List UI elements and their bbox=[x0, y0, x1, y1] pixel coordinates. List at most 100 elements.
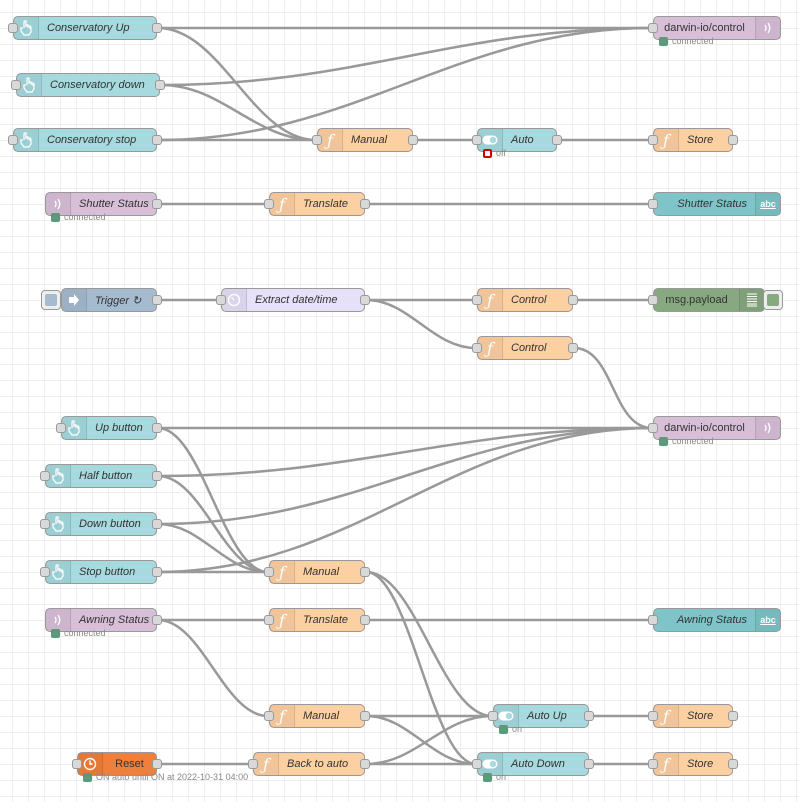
node-ui-inject[interactable]: Conservatory Up bbox=[8, 16, 162, 40]
wire[interactable] bbox=[157, 474, 269, 574]
input-port[interactable] bbox=[488, 711, 498, 721]
output-port[interactable] bbox=[152, 519, 162, 529]
node-function[interactable]: ƒ Translate bbox=[264, 608, 370, 632]
input-port[interactable] bbox=[472, 343, 482, 353]
output-port[interactable] bbox=[408, 135, 418, 145]
node-function[interactable]: ƒ Manual bbox=[264, 560, 370, 584]
input-port[interactable] bbox=[8, 23, 18, 33]
output-port[interactable] bbox=[360, 295, 370, 305]
node-ui-inject[interactable]: Conservatory down bbox=[11, 73, 165, 97]
output-port[interactable] bbox=[552, 135, 562, 145]
input-port[interactable] bbox=[264, 199, 274, 209]
wire[interactable] bbox=[157, 426, 653, 526]
output-port[interactable] bbox=[728, 711, 738, 721]
input-port[interactable] bbox=[264, 711, 274, 721]
input-port[interactable] bbox=[248, 759, 258, 769]
input-port[interactable] bbox=[264, 567, 274, 577]
input-port[interactable] bbox=[648, 711, 658, 721]
input-port[interactable] bbox=[40, 519, 50, 529]
output-port[interactable] bbox=[152, 423, 162, 433]
output-port[interactable] bbox=[584, 711, 594, 721]
input-port[interactable] bbox=[648, 23, 658, 33]
output-port[interactable] bbox=[152, 23, 162, 33]
wire[interactable] bbox=[365, 714, 477, 766]
output-port[interactable] bbox=[152, 615, 162, 625]
node-ui-inject[interactable]: Down button bbox=[40, 512, 162, 536]
status-text: on bbox=[496, 772, 507, 782]
wire[interactable] bbox=[365, 298, 477, 350]
output-port[interactable] bbox=[360, 759, 370, 769]
node-label: Awning Status bbox=[676, 614, 747, 626]
input-port[interactable] bbox=[40, 567, 50, 577]
input-port[interactable] bbox=[648, 295, 658, 305]
output-port[interactable] bbox=[152, 135, 162, 145]
wire[interactable] bbox=[157, 426, 653, 478]
output-port[interactable] bbox=[152, 199, 162, 209]
node-trigger[interactable]: Trigger ↻ bbox=[61, 288, 162, 312]
node-text-output[interactable]: Awning Status abc bbox=[648, 608, 781, 632]
node-function[interactable]: ƒ Store bbox=[648, 704, 738, 728]
node-text-output[interactable]: Shutter Status abc bbox=[648, 192, 781, 216]
wire[interactable] bbox=[157, 26, 317, 142]
node-ui-inject[interactable]: Stop button bbox=[40, 560, 162, 584]
input-port[interactable] bbox=[40, 471, 50, 481]
input-port[interactable] bbox=[472, 759, 482, 769]
node-label: Manual bbox=[351, 134, 388, 146]
wire[interactable] bbox=[157, 618, 269, 718]
input-port[interactable] bbox=[648, 615, 658, 625]
output-port[interactable] bbox=[360, 567, 370, 577]
input-port[interactable] bbox=[56, 423, 66, 433]
wire[interactable] bbox=[157, 426, 269, 574]
output-port[interactable] bbox=[152, 295, 162, 305]
output-port[interactable] bbox=[568, 343, 578, 353]
wire[interactable] bbox=[573, 346, 653, 430]
inject-trigger-button[interactable] bbox=[41, 290, 61, 310]
node-function[interactable]: ƒ Store bbox=[648, 128, 738, 152]
input-port[interactable] bbox=[11, 80, 21, 90]
output-port[interactable] bbox=[152, 759, 162, 769]
wire[interactable] bbox=[365, 570, 493, 718]
output-port[interactable] bbox=[152, 567, 162, 577]
node-function[interactable]: ƒ Control bbox=[472, 288, 578, 312]
node-ui-inject[interactable]: Conservatory stop bbox=[8, 128, 162, 152]
node-debug[interactable]: msg.payload bbox=[648, 288, 765, 312]
input-port[interactable] bbox=[648, 199, 658, 209]
wire[interactable] bbox=[365, 570, 477, 766]
input-port[interactable] bbox=[216, 295, 226, 305]
node-date-time[interactable]: Extract date/time bbox=[216, 288, 370, 312]
output-port[interactable] bbox=[360, 615, 370, 625]
wire[interactable] bbox=[160, 26, 653, 87]
node-function[interactable]: ƒ Back to auto bbox=[248, 752, 370, 776]
output-port[interactable] bbox=[360, 711, 370, 721]
output-port[interactable] bbox=[360, 199, 370, 209]
input-port[interactable] bbox=[312, 135, 322, 145]
input-port[interactable] bbox=[648, 423, 658, 433]
output-port[interactable] bbox=[728, 759, 738, 769]
output-port[interactable] bbox=[584, 759, 594, 769]
output-port[interactable] bbox=[728, 135, 738, 145]
node-function[interactable]: ƒ Control bbox=[472, 336, 578, 360]
input-port[interactable] bbox=[472, 295, 482, 305]
wire[interactable] bbox=[157, 26, 653, 142]
input-port[interactable] bbox=[472, 135, 482, 145]
input-port[interactable] bbox=[648, 759, 658, 769]
output-port[interactable] bbox=[152, 471, 162, 481]
input-port[interactable] bbox=[72, 759, 82, 769]
input-port[interactable] bbox=[264, 615, 274, 625]
node-ui-inject[interactable]: Up button bbox=[56, 416, 162, 440]
input-port[interactable] bbox=[8, 135, 18, 145]
wire[interactable] bbox=[157, 522, 269, 574]
node-function[interactable]: ƒ Translate bbox=[264, 192, 370, 216]
wire[interactable] bbox=[160, 83, 317, 142]
output-port[interactable] bbox=[568, 295, 578, 305]
node-ui-inject[interactable]: Half button bbox=[40, 464, 162, 488]
node-function[interactable]: ƒ Store bbox=[648, 752, 738, 776]
status-dot-icon bbox=[499, 724, 508, 734]
debug-toggle-button[interactable] bbox=[763, 290, 783, 310]
node-function[interactable]: ƒ Manual bbox=[312, 128, 418, 152]
wire[interactable] bbox=[157, 426, 653, 574]
output-port[interactable] bbox=[155, 80, 165, 90]
wire[interactable] bbox=[365, 714, 493, 766]
node-function[interactable]: ƒ Manual bbox=[264, 704, 370, 728]
input-port[interactable] bbox=[648, 135, 658, 145]
